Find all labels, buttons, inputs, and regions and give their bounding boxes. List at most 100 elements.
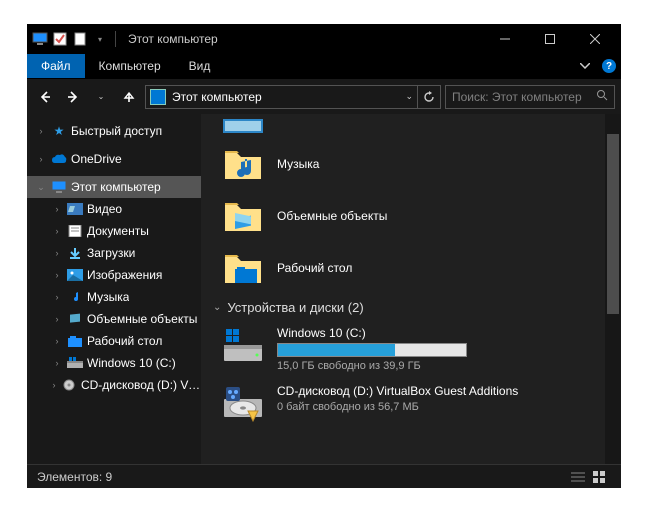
- item-icon: [67, 267, 83, 283]
- drive-item[interactable]: CD-дисковод (D:) VirtualBox Guest Additi…: [211, 378, 611, 430]
- navigation-bar: ⌄ Этот компьютер ⌄ Поиск: Этот компьютер: [27, 78, 621, 114]
- tab-view[interactable]: Вид: [175, 54, 225, 78]
- chevron-right-icon[interactable]: ›: [35, 126, 47, 136]
- address-dropdown-icon[interactable]: ⌄: [405, 91, 413, 102]
- chevron-right-icon[interactable]: ›: [51, 314, 63, 324]
- sidebar-onedrive[interactable]: › OneDrive: [27, 148, 201, 170]
- address-bar[interactable]: Этот компьютер ⌄: [145, 85, 418, 109]
- star-icon: ★: [51, 123, 67, 139]
- separator: [115, 31, 116, 47]
- drive-free-text: 15,0 ГБ свободно из 39,9 ГБ: [277, 360, 601, 372]
- chevron-right-icon[interactable]: ›: [51, 380, 57, 390]
- chevron-right-icon[interactable]: ›: [51, 358, 63, 368]
- help-icon: ?: [602, 59, 616, 73]
- status-item-count: Элементов: 9: [37, 470, 112, 484]
- forward-button[interactable]: [61, 85, 85, 109]
- pc-icon: [31, 30, 49, 48]
- sidebar-item[interactable]: › Объемные объекты: [27, 308, 201, 330]
- quick-access-toolbar: ▾: [31, 30, 109, 48]
- sidebar-item-label: Объемные объекты: [87, 312, 197, 326]
- item-icon: [67, 223, 83, 239]
- sidebar-item[interactable]: › CD-дисковод (D:) VirtualBox Guest Addit…: [27, 374, 201, 396]
- folder-item[interactable]: Музыка: [211, 138, 611, 190]
- sidebar-item-label: Видео: [87, 202, 122, 216]
- sidebar-item[interactable]: › Windows 10 (C:): [27, 352, 201, 374]
- sidebar-item-label: CD-дисковод (D:) VirtualBox Guest Additi…: [81, 378, 201, 392]
- chevron-right-icon[interactable]: ›: [51, 226, 63, 236]
- item-icon: [67, 289, 83, 305]
- drive-free-text: 0 байт свободно из 56,7 МБ: [277, 401, 601, 413]
- folder-item[interactable]: Рабочий стол: [211, 242, 611, 294]
- drive-usage-bar: [277, 343, 467, 357]
- sidebar-item[interactable]: ›Музыка: [27, 286, 201, 308]
- chevron-right-icon[interactable]: ›: [51, 204, 63, 214]
- sidebar-this-pc[interactable]: ⌄ Этот компьютер: [27, 176, 201, 198]
- help-button[interactable]: ?: [597, 54, 621, 78]
- maximize-button[interactable]: [527, 24, 572, 54]
- scroll-thumb[interactable]: [607, 134, 619, 314]
- drive-usage-fill: [278, 344, 395, 356]
- checkbox-icon[interactable]: [51, 30, 69, 48]
- folder-label: Рабочий стол: [277, 261, 352, 275]
- up-button[interactable]: [117, 85, 141, 109]
- tab-file[interactable]: Файл: [27, 54, 85, 78]
- folder-label: Музыка: [277, 157, 319, 171]
- drive-item[interactable]: Windows 10 (C:) 15,0 ГБ свободно из 39,9 …: [211, 320, 611, 378]
- body: › ★ Быстрый доступ › OneDrive ⌄ Этот ком…: [27, 114, 621, 464]
- scrollbar[interactable]: [605, 114, 621, 464]
- sidebar-item[interactable]: › Рабочий стол: [27, 330, 201, 352]
- item-icon: [67, 333, 83, 349]
- drive-name: CD-дисковод (D:) VirtualBox Guest Additi…: [277, 384, 601, 398]
- ribbon-tabs: Файл Компьютер Вид ?: [27, 54, 621, 78]
- status-bar: Элементов: 9: [27, 464, 621, 488]
- chevron-right-icon[interactable]: ›: [51, 292, 63, 302]
- item-icon: [61, 377, 77, 393]
- drive-info: CD-дисковод (D:) VirtualBox Guest Additi…: [277, 384, 601, 413]
- sidebar-item-label: Рабочий стол: [87, 334, 162, 348]
- folder-label: Объемные объекты: [277, 209, 387, 223]
- tab-computer[interactable]: Компьютер: [85, 54, 175, 78]
- recent-dropdown-icon[interactable]: ⌄: [89, 85, 113, 109]
- drive-name: Windows 10 (C:): [277, 326, 601, 340]
- search-box[interactable]: Поиск: Этот компьютер: [445, 85, 615, 109]
- chevron-right-icon[interactable]: ›: [51, 248, 63, 258]
- sidebar-item[interactable]: ›Изображения: [27, 264, 201, 286]
- chevron-down-icon[interactable]: ⌄: [35, 182, 47, 193]
- section-devices[interactable]: ⌄ Устройства и диски (2): [211, 294, 611, 320]
- minimize-button[interactable]: [482, 24, 527, 54]
- sidebar-item-label: Быстрый доступ: [71, 124, 162, 138]
- sidebar-item[interactable]: ›Загрузки: [27, 242, 201, 264]
- sidebar-quick-access[interactable]: › ★ Быстрый доступ: [27, 120, 201, 142]
- window-title: Этот компьютер: [128, 32, 218, 46]
- qat-dropdown-icon[interactable]: ▾: [91, 30, 109, 48]
- folder-item[interactable]: Объемные объекты: [211, 190, 611, 242]
- sidebar-item[interactable]: › Видео: [27, 198, 201, 220]
- view-tiles-button[interactable]: [589, 468, 611, 486]
- titlebar[interactable]: ▾ Этот компьютер: [27, 24, 621, 54]
- drive-icon: [221, 326, 265, 366]
- chevron-down-icon[interactable]: ⌄: [213, 302, 221, 313]
- refresh-button[interactable]: [417, 85, 441, 109]
- content-pane[interactable]: Музыка Объемные объекты Рабочий стол ⌄ Уст…: [201, 114, 621, 464]
- folder-item-partial[interactable]: [211, 118, 611, 138]
- drive-icon: [221, 384, 265, 424]
- view-details-button[interactable]: [567, 468, 589, 486]
- chevron-right-icon[interactable]: ›: [51, 270, 63, 280]
- section-label: Устройства и диски (2): [227, 300, 363, 315]
- back-button[interactable]: [33, 85, 57, 109]
- navigation-pane[interactable]: › ★ Быстрый доступ › OneDrive ⌄ Этот ком…: [27, 114, 201, 464]
- item-icon: [67, 355, 83, 371]
- sidebar-item-label: Windows 10 (C:): [87, 356, 176, 370]
- chevron-right-icon[interactable]: ›: [35, 154, 47, 164]
- sidebar-item-label: Этот компьютер: [71, 180, 161, 194]
- document-icon[interactable]: [71, 30, 89, 48]
- sidebar-item-label: Документы: [87, 224, 149, 238]
- ribbon-collapse-icon[interactable]: [573, 54, 597, 78]
- folder-icon: [221, 118, 265, 134]
- chevron-right-icon[interactable]: ›: [51, 336, 63, 346]
- close-button[interactable]: [572, 24, 617, 54]
- folder-icon: [221, 248, 265, 288]
- sidebar-item[interactable]: › Документы: [27, 220, 201, 242]
- search-icon: [596, 89, 608, 104]
- cloud-icon: [51, 151, 67, 167]
